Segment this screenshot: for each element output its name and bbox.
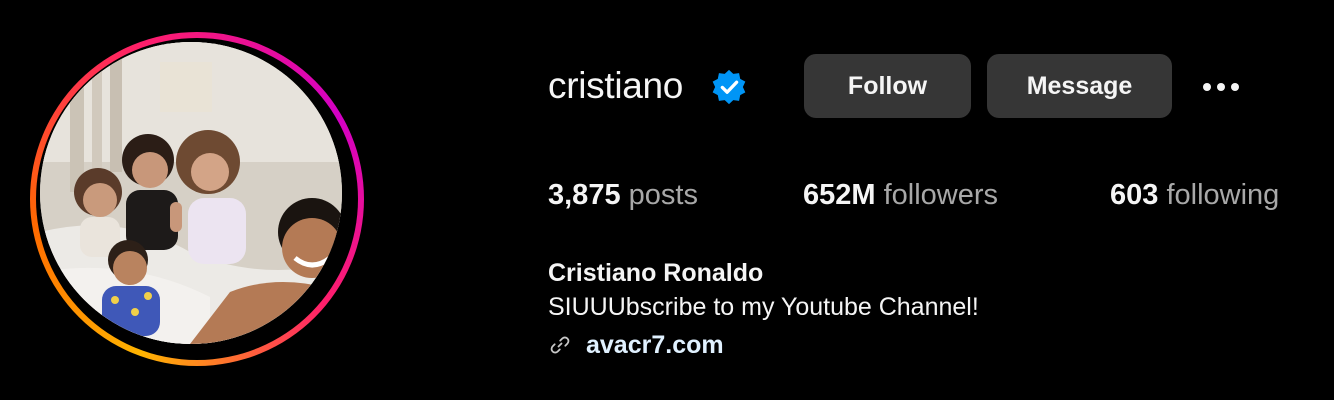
bio-link-text[interactable]: avacr7.com [586,331,724,360]
profile-avatar-ring[interactable] [30,32,364,366]
bio-text: SIUUUbscribe to my Youtube Channel! [548,293,979,321]
following-label: following [1166,179,1280,211]
full-name: Cristiano Ronaldo [548,259,764,287]
followers-value: 652M [803,179,876,211]
profile-avatar[interactable] [40,42,342,344]
followers-label: followers [883,179,999,211]
following-value: 603 [1110,179,1159,211]
avatar-photo-image [40,42,342,344]
follow-button[interactable]: Follow [804,54,971,118]
following-link[interactable]: 603 following [1110,175,1279,215]
more-options-icon[interactable] [1196,72,1246,102]
posts-count: 3,875 posts [548,175,698,215]
message-button[interactable]: Message [987,54,1172,118]
more-dot [1203,83,1211,91]
link-icon [550,336,570,354]
more-dot [1217,83,1225,91]
verified-badge-icon [712,69,746,105]
followers-link[interactable]: 652M followers [803,175,998,215]
username: cristiano [548,65,684,106]
posts-label: posts [628,179,698,211]
more-dot [1231,83,1239,91]
bio-link[interactable]: avacr7.com [548,326,724,364]
posts-value: 3,875 [548,179,621,211]
